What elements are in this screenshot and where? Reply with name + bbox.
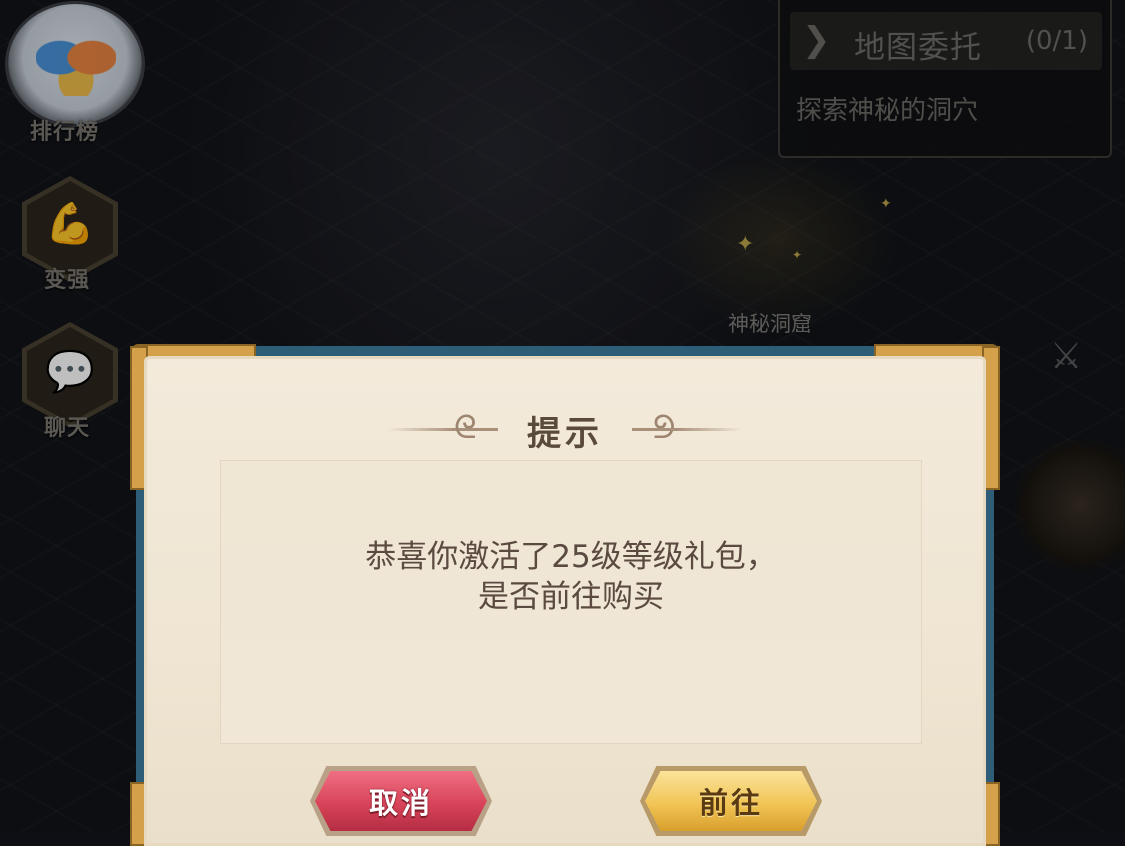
title-ornament-line xyxy=(632,428,742,431)
go-button-label: 前往 xyxy=(698,786,763,820)
cancel-button[interactable]: 取消 xyxy=(310,766,492,836)
dialog-paper: ᘓ 提示 ᘓ 恭喜你激活了25级等级礼包， 是否前往购买 取消 前往 xyxy=(144,356,986,846)
dialog-message-box: 恭喜你激活了25级等级礼包， 是否前往购买 xyxy=(220,460,922,744)
scroll-ornament-icon: ᘓ xyxy=(454,408,477,446)
dialog-message-line1: 恭喜你激活了25级等级礼包， xyxy=(365,539,777,575)
cancel-button-label: 取消 xyxy=(368,786,433,820)
dialog-message-line2: 是否前往购买 xyxy=(478,579,664,615)
title-ornament-line xyxy=(388,428,498,431)
prompt-dialog: ᘓ 提示 ᘓ 恭喜你激活了25级等级礼包， 是否前往购买 取消 前往 xyxy=(130,344,1000,846)
go-button[interactable]: 前往 xyxy=(640,766,822,836)
dialog-title: 提示 xyxy=(527,414,603,454)
dialog-title-row: ᘓ 提示 ᘓ xyxy=(144,406,986,456)
